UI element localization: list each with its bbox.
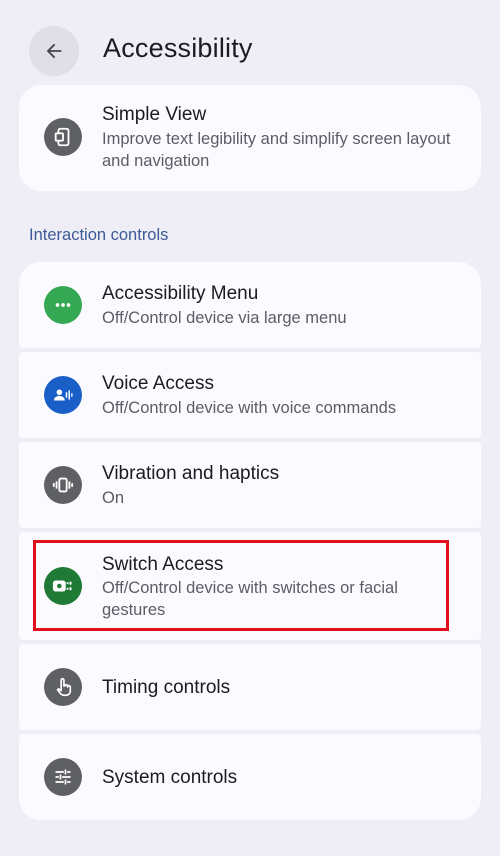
item-title: Switch Access [102, 554, 224, 575]
simple-view-item[interactable]: Simple View Improve text legibility and … [19, 85, 481, 191]
list-item-voice-access[interactable]: Voice Access Off/Control device with voi… [19, 352, 481, 438]
item-title: System controls [102, 767, 238, 788]
item-title: Accessibility Menu [102, 283, 259, 304]
section-header-interaction-controls: Interaction controls [29, 226, 169, 244]
item-subtitle: On [102, 489, 125, 507]
tune-icon [44, 758, 82, 796]
simple-view-title: Simple View [102, 104, 207, 125]
vibration-icon [44, 466, 82, 504]
item-title: Vibration and haptics [102, 463, 280, 484]
arrow-back-icon [46, 43, 62, 59]
item-subtitle: Off/Control device with voice commands [102, 399, 397, 417]
voice-access-icon [44, 376, 82, 414]
page-title: Accessibility [103, 33, 253, 63]
touch-icon [44, 668, 82, 706]
item-subtitle: Off/Control device with switches or faci… [102, 579, 398, 619]
switch-access-icon [44, 567, 82, 605]
list-item-switch-access[interactable]: Switch Access Off/Control device with sw… [19, 532, 481, 640]
simple-view-subtitle: Improve text legibility and simplify scr… [102, 130, 451, 170]
list-item-system-controls[interactable]: System controls [19, 734, 481, 820]
list-item-vibration-haptics[interactable]: Vibration and haptics On [19, 442, 481, 528]
item-title: Voice Access [102, 373, 214, 394]
list-item-timing-controls[interactable]: Timing controls [19, 644, 481, 730]
list-item-accessibility-menu[interactable]: Accessibility Menu Off/Control device vi… [19, 262, 481, 348]
back-button[interactable] [29, 26, 79, 76]
simple-view-icon [44, 118, 82, 156]
item-title: Timing controls [102, 677, 231, 698]
item-subtitle: Off/Control device via large menu [102, 309, 347, 327]
more-horizontal-icon [44, 286, 82, 324]
